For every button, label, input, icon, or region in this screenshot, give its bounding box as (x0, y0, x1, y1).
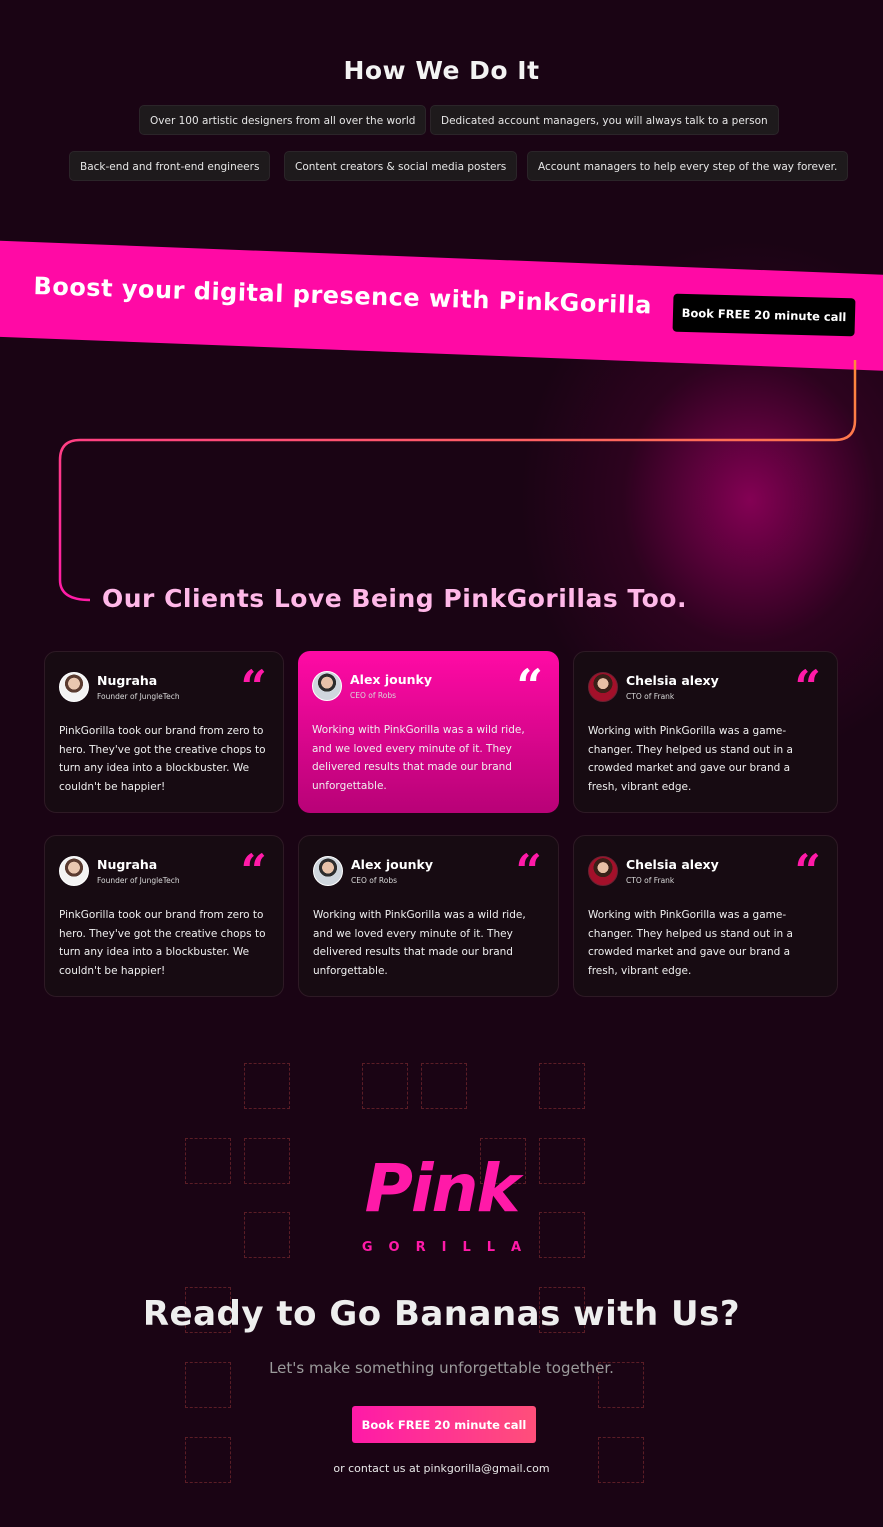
reviewer-role: CTO of Frank (626, 876, 675, 885)
avatar (313, 856, 343, 886)
feature-pill-account-managers: Dedicated account managers, you will alw… (430, 105, 779, 135)
testimonial-text: Working with PinkGorilla was a game-chan… (588, 909, 793, 977)
pink-gorilla-logo-subtitle: GORILLA (361, 1240, 538, 1255)
grid-box (185, 1437, 231, 1483)
reviewer-name: Chelsia alexy (626, 857, 719, 872)
grid-box (598, 1437, 644, 1483)
testimonial-card: Chelsia alexy CTO of Frank “ Working wit… (573, 835, 838, 997)
avatar (312, 671, 342, 701)
book-call-button-banner[interactable]: Book FREE 20 minute call (672, 293, 856, 337)
testimonial-card: Nugraha Founder of JungleTech “ PinkGori… (44, 651, 284, 813)
quote-icon: “ (794, 844, 821, 898)
testimonial-card: Chelsia alexy CTO of Frank “ Working wit… (573, 651, 838, 813)
reviewer-name: Alex jounky (350, 672, 432, 687)
page: How We Do It Over 100 artistic designers… (0, 0, 883, 1527)
avatar (588, 856, 618, 886)
avatar (588, 672, 618, 702)
testimonial-text: PinkGorilla took our brand from zero to … (59, 909, 266, 977)
book-call-button-footer[interactable]: Book FREE 20 minute call (352, 1406, 536, 1443)
how-we-do-it-title: How We Do It (343, 56, 540, 85)
grid-box (362, 1063, 408, 1109)
avatar (59, 856, 89, 886)
avatar (59, 672, 89, 702)
reviewer-role: Founder of JungleTech (97, 692, 180, 701)
contact-email-text[interactable]: or contact us at pinkgorilla@gmail.com (0, 1462, 883, 1475)
testimonial-text: Working with PinkGorilla was a game-chan… (588, 725, 793, 793)
testimonial-text: PinkGorilla took our brand from zero to … (59, 725, 266, 793)
testimonial-card: Alex jounky CEO of Robs “ Working with P… (298, 835, 559, 997)
feature-pill-engineers: Back-end and front-end engineers (69, 151, 271, 181)
pink-gorilla-logo: Pink (364, 1150, 521, 1227)
feature-pill-support: Account managers to help every step of t… (527, 151, 849, 181)
clients-section-title: Our Clients Love Being PinkGorillas Too. (102, 584, 687, 613)
quote-icon: “ (794, 660, 821, 714)
grid-box (421, 1063, 467, 1109)
reviewer-role: CTO of Frank (626, 692, 675, 701)
feature-pill-designers: Over 100 artistic designers from all ove… (139, 105, 427, 135)
reviewer-name: Chelsia alexy (626, 673, 719, 688)
feature-pill-content-creators: Content creators & social media posters (284, 151, 518, 181)
reviewer-role: CEO of Robs (351, 876, 398, 885)
cta-subtitle: Let's make something unforgettable toget… (269, 1359, 614, 1377)
decorative-connector-line (58, 360, 857, 602)
quote-icon: “ (240, 660, 267, 714)
quote-icon: “ (516, 659, 543, 713)
testimonial-card: Nugraha Founder of JungleTech “ PinkGori… (44, 835, 284, 997)
testimonial-text: Working with PinkGorilla was a wild ride… (313, 909, 526, 977)
testimonial-text: Working with PinkGorilla was a wild ride… (312, 724, 525, 792)
quote-icon: “ (240, 844, 267, 898)
testimonial-card-featured: Alex jounky CEO of Robs “ Working with P… (298, 651, 559, 813)
grid-box (244, 1063, 290, 1109)
reviewer-name: Nugraha (97, 673, 158, 688)
reviewer-name: Alex jounky (351, 857, 433, 872)
cta-title: Ready to Go Bananas with Us? (142, 1294, 741, 1334)
reviewer-role: Founder of JungleTech (97, 876, 180, 885)
reviewer-name: Nugraha (97, 857, 158, 872)
quote-icon: “ (515, 844, 542, 898)
grid-box (539, 1063, 585, 1109)
reviewer-role: CEO of Robs (350, 691, 397, 700)
